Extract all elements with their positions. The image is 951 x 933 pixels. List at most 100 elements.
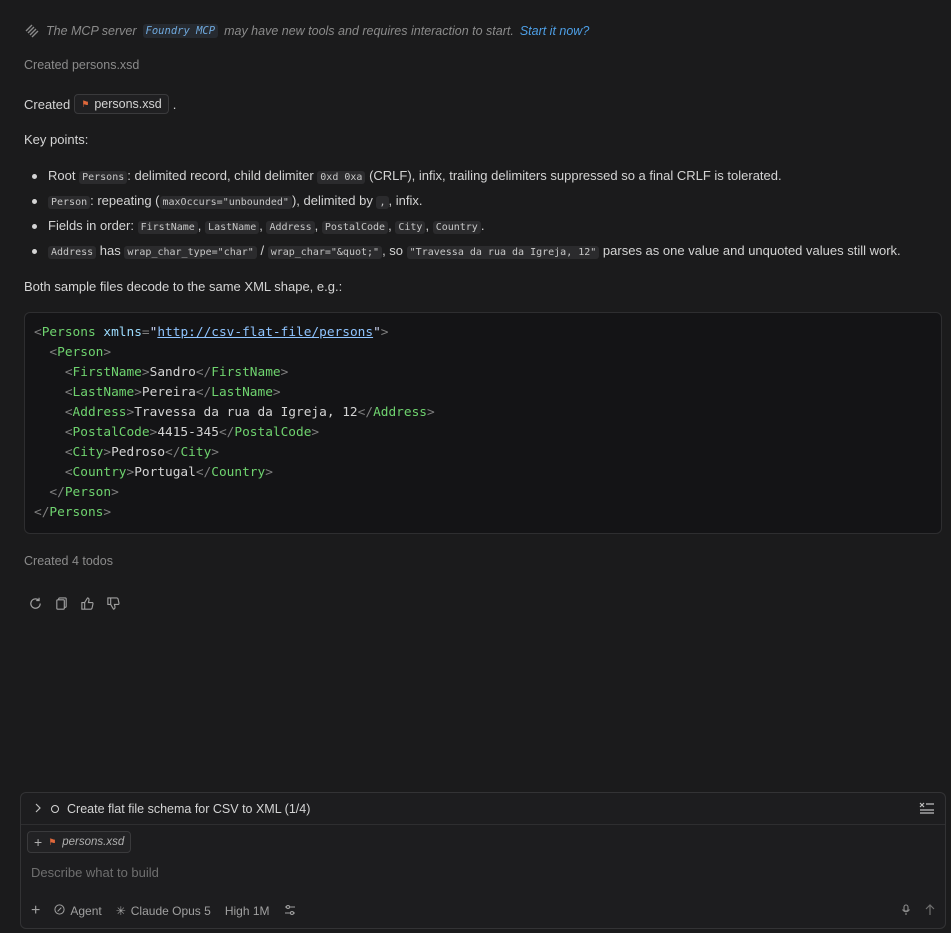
separator: , (314, 218, 319, 233)
todo-list-icon[interactable] (919, 801, 935, 818)
xml-code-block[interactable]: <Persons xmlns="http://csv-flat-file/per… (24, 312, 942, 534)
namespace-link[interactable]: http://csv-flat-file/persons (157, 325, 373, 340)
separator: , (388, 218, 392, 233)
xml-tag: FirstName (72, 365, 142, 380)
xml-tag: Address (373, 405, 427, 420)
xml-bracket: > (103, 445, 112, 460)
todos-status: Created 4 todos (24, 554, 113, 568)
sample-files-text: Both sample files decode to the same XML… (24, 279, 343, 294)
prompt-input[interactable]: Describe what to build (31, 865, 159, 880)
todo-status-circle (51, 804, 59, 813)
text: : delimited record, child delimiter (127, 168, 314, 183)
inline-code: FirstName (137, 221, 198, 234)
notice-suffix: may have new tools and requires interact… (224, 24, 514, 38)
inline-code: 0xd 0xa (317, 171, 366, 184)
start-server-link[interactable]: Start it now? (520, 24, 589, 38)
key-points-heading: Key points: (24, 132, 89, 147)
text: , infix. (388, 193, 423, 208)
xml-bracket: < (64, 385, 73, 400)
xml-attr: xmlns (103, 325, 142, 340)
list-item: Fields in order: FirstName, LastName, Ad… (24, 216, 901, 241)
attachment-chip[interactable]: + ⚑ persons.xsd (27, 831, 132, 853)
thumbs-up-icon[interactable] (78, 594, 96, 612)
xml-tag: LastName (72, 385, 135, 400)
mic-icon[interactable] (901, 903, 911, 919)
mcp-server-notice: The MCP server Foundry MCP may have new … (24, 23, 589, 39)
text: , so (382, 243, 404, 258)
chat-composer: Create flat file schema for CSV to XML (… (20, 792, 946, 929)
effort-selector[interactable]: High 1M (225, 904, 270, 918)
xml-tag: City (72, 445, 104, 460)
plus-icon[interactable]: + (31, 902, 40, 920)
notice-prefix: The MCP server (46, 24, 137, 38)
xml-tag: LastName (211, 385, 273, 400)
text: has (99, 243, 121, 258)
inline-code: maxOccurs="unbounded" (159, 196, 292, 209)
xml-bracket: </ (218, 425, 235, 440)
inline-code: Address (48, 246, 97, 259)
xml-bracket: > (211, 445, 219, 460)
model-selector[interactable]: ✳ Claude Opus 5 (116, 904, 211, 918)
model-label: Claude Opus 5 (130, 904, 211, 918)
xml-tag: Address (72, 405, 127, 420)
xml-fields: <FirstName>Sandro</FirstName> <LastName>… (34, 365, 435, 480)
agent-mode-label: Agent (70, 904, 102, 918)
retry-icon[interactable] (26, 594, 44, 612)
xml-file-icon: ⚑ (48, 836, 57, 847)
send-arrow-icon[interactable] (925, 903, 935, 919)
xml-file-icon: ⚑ (81, 98, 90, 109)
text: / (260, 243, 265, 258)
xml-tag: Persons (41, 325, 96, 340)
inline-code: Persons (79, 171, 128, 184)
message-actions (26, 594, 122, 612)
xml-value: Travessa da rua da Igreja, 12 (134, 405, 358, 420)
xml-bracket: > (134, 385, 142, 400)
thumbs-down-icon[interactable] (104, 594, 122, 612)
created-file-label: Created (24, 58, 69, 72)
settings-sliders-icon[interactable] (284, 904, 296, 919)
xml-bracket: </ (357, 405, 374, 420)
notice-server-name: Foundry MCP (142, 24, 219, 38)
model-icon: ✳ (115, 904, 126, 918)
xml-value: Pedroso (111, 445, 166, 460)
todo-progress-bar[interactable]: Create flat file schema for CSV to XML (… (21, 793, 945, 825)
xml-value: Portugal (134, 465, 196, 480)
xml-value: Sandro (149, 365, 196, 380)
inline-code: City (395, 221, 426, 234)
text: Root (48, 168, 76, 183)
file-chip-persons-xsd[interactable]: ⚑ persons.xsd (74, 94, 169, 114)
todo-title: Create flat file schema for CSV to XML (… (67, 801, 311, 816)
inline-code: Country (432, 221, 481, 234)
composer-toolbar: + Agent ✳ Claude Opus 5 High 1M (31, 902, 935, 920)
chevron-right-icon[interactable] (33, 802, 43, 816)
text: Fields in order: (48, 218, 134, 233)
inline-code: , (376, 196, 389, 209)
xml-bracket: > (141, 365, 150, 380)
text: . (480, 218, 485, 233)
xml-bracket: </ (195, 465, 212, 480)
created-period: . (172, 96, 177, 112)
inline-code: wrap_char="&quot;" (267, 246, 383, 259)
inline-code: "Travessa da rua da Igreja, 12" (406, 246, 600, 259)
xml-bracket: < (64, 405, 73, 420)
xml-bracket: < (64, 465, 73, 480)
created-file-name[interactable]: persons.xsd (72, 58, 139, 72)
inline-code: wrap_char_type="char" (124, 246, 257, 259)
created-label: Created (24, 96, 71, 112)
separator: , (197, 218, 202, 233)
copy-icon[interactable] (52, 594, 70, 612)
xml-bracket: > (311, 425, 320, 440)
xml-tag: PostalCode (72, 425, 150, 440)
plus-icon[interactable]: + (34, 834, 42, 850)
xml-value: Pereira (141, 385, 196, 400)
xml-tag: Person (64, 485, 112, 500)
agent-icon (54, 904, 65, 918)
text: (CRLF), infix, trailing delimiters suppr… (369, 168, 782, 183)
xml-bracket: < (64, 365, 73, 380)
agent-mode-selector[interactable]: Agent (54, 904, 102, 918)
xml-bracket: > (427, 405, 435, 420)
xml-tag: Country (211, 465, 266, 480)
xml-tag: FirstName (211, 365, 281, 380)
xml-bracket: > (280, 365, 289, 380)
inline-code: LastName (205, 221, 260, 234)
